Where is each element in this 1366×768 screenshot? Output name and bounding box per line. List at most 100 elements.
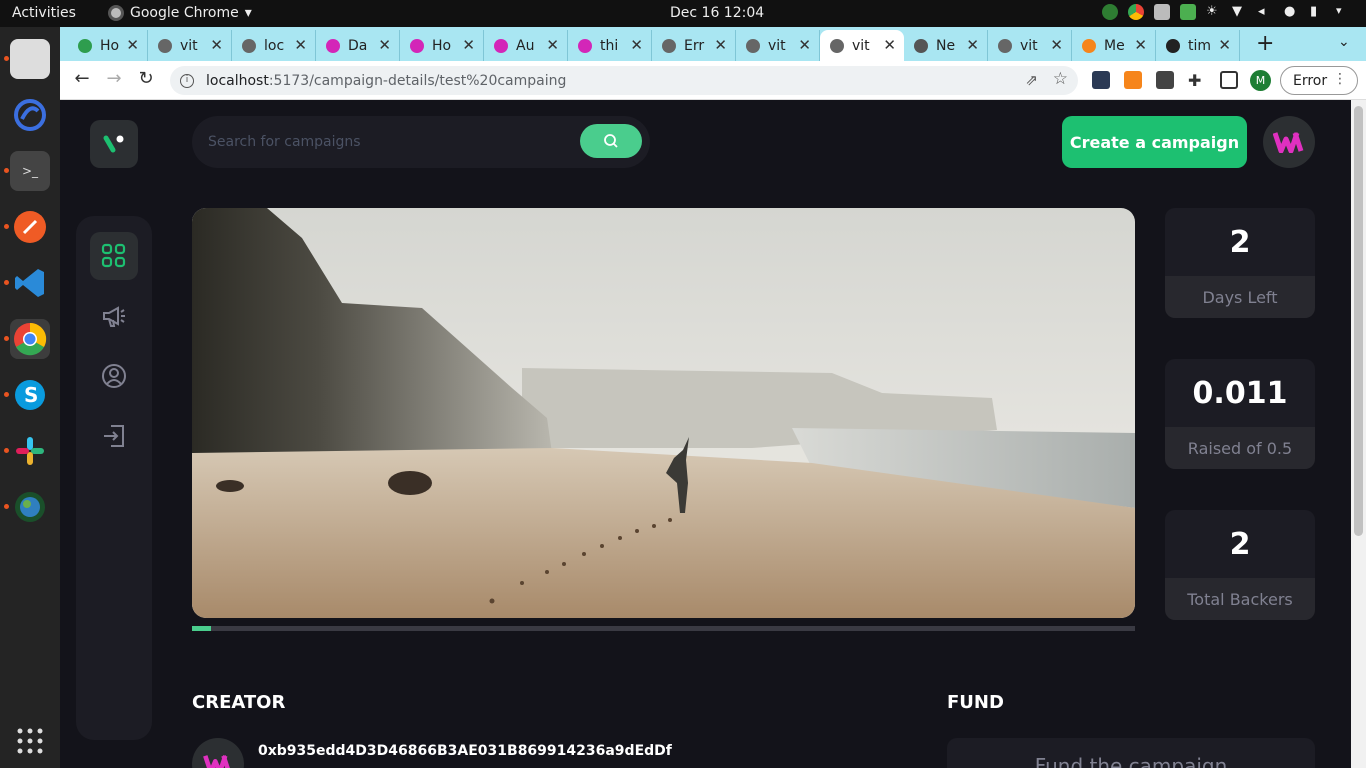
skype-icon[interactable]: S xyxy=(4,375,50,415)
share-icon[interactable]: ⇗ xyxy=(1025,71,1038,89)
browser-tab[interactable]: Me ✕ xyxy=(1072,30,1156,61)
close-tab-icon[interactable]: ✕ xyxy=(462,36,475,54)
tab-title: Ne xyxy=(936,37,956,54)
close-tab-icon[interactable]: ✕ xyxy=(798,36,811,54)
postman-icon[interactable] xyxy=(4,207,50,247)
search-bar xyxy=(192,116,650,168)
globe-tray-icon[interactable] xyxy=(1102,4,1118,20)
url-host: localhost xyxy=(206,72,269,89)
scrollbar-thumb[interactable] xyxy=(1354,106,1363,536)
stat-label: Days Left xyxy=(1165,276,1315,318)
brightness-icon[interactable]: ☀ xyxy=(1206,4,1222,20)
user-avatar[interactable] xyxy=(1263,116,1315,168)
system-tray[interactable]: ☀ ▼ ◂ ● ▮ ▾ xyxy=(1102,4,1352,20)
browser-tab[interactable]: vit ✕ xyxy=(988,30,1072,61)
globe-tab-icon xyxy=(746,38,760,53)
browser-tab[interactable]: Ho ✕ xyxy=(68,30,148,61)
tab-title: vit xyxy=(852,37,870,54)
close-tab-icon[interactable]: ✕ xyxy=(966,36,979,54)
browser-tab[interactable]: vit ✕ xyxy=(148,30,232,61)
close-tab-icon[interactable]: ✕ xyxy=(378,36,391,54)
w-logo-icon xyxy=(203,755,230,768)
search-icon xyxy=(604,134,618,148)
github-tab-icon xyxy=(1166,38,1180,53)
extensions-puzzle-icon[interactable]: ✚ xyxy=(1188,71,1206,90)
fund-heading: FUND xyxy=(947,692,1004,713)
tab-strip: Ho ✕ vit ✕ loc ✕ Da ✕ Ho ✕ Au ✕ thi ✕ Err ✕ vit ✕ vit ✕ Ne ✕ v… xyxy=(60,27,1366,61)
side-panel-icon[interactable] xyxy=(1220,71,1238,89)
close-tab-icon[interactable]: ✕ xyxy=(630,36,643,54)
terminal-icon[interactable]: >_ xyxy=(4,151,50,191)
stat-total-backers: 2 Total Backers xyxy=(1165,510,1315,620)
fund-box-title: Fund the campaign xyxy=(1034,754,1228,768)
address-bar[interactable]: i localhost:5173/campaign-details/test%2… xyxy=(170,66,1078,95)
close-tab-icon[interactable]: ✕ xyxy=(714,36,727,54)
slack-tray-icon[interactable] xyxy=(1154,4,1170,20)
bookmark-star-icon[interactable]: ☆ xyxy=(1053,69,1068,89)
back-icon[interactable]: ← xyxy=(70,68,94,89)
close-tab-icon[interactable]: ✕ xyxy=(546,36,559,54)
close-tab-icon[interactable]: ✕ xyxy=(210,36,223,54)
app-grid-icon[interactable] xyxy=(16,727,44,755)
reload-icon[interactable]: ↻ xyxy=(134,68,158,89)
kebab-menu-icon[interactable]: ⋮ xyxy=(1333,71,1347,87)
sidebar-item-campaigns[interactable] xyxy=(90,292,138,340)
stat-value: 2 xyxy=(1165,510,1315,578)
profile-avatar[interactable]: M xyxy=(1250,70,1271,91)
dock: >_ S xyxy=(0,27,60,768)
stacer-icon[interactable] xyxy=(10,95,50,135)
browser-tab[interactable]: vit ✕ xyxy=(736,30,820,61)
files-icon[interactable] xyxy=(4,39,50,79)
megaphone-icon xyxy=(103,306,125,327)
browser-tab[interactable]: loc ✕ xyxy=(232,30,316,61)
extension-grid-icon[interactable] xyxy=(1156,71,1174,89)
browser-tab[interactable]: vit ✕ xyxy=(820,30,904,61)
extension-graph-icon[interactable] xyxy=(1092,71,1110,89)
close-tab-icon[interactable]: ✕ xyxy=(126,36,139,54)
microphone-icon[interactable]: ● xyxy=(1284,4,1300,20)
browser-tab[interactable]: Ne ✕ xyxy=(904,30,988,61)
close-tab-icon[interactable]: ✕ xyxy=(883,36,896,54)
app-menu[interactable]: Google Chrome ▾ xyxy=(108,5,252,21)
browser-tab[interactable]: Err ✕ xyxy=(652,30,736,61)
tab-title: Au xyxy=(516,37,535,54)
close-tab-icon[interactable]: ✕ xyxy=(1134,36,1147,54)
error-button[interactable]: Error ⋮ xyxy=(1280,66,1358,95)
search-button[interactable] xyxy=(580,124,642,158)
close-tab-icon[interactable]: ✕ xyxy=(294,36,307,54)
browser-tab[interactable]: thi ✕ xyxy=(568,30,652,61)
wifi-icon[interactable]: ▼ xyxy=(1232,4,1248,20)
sidebar-item-profile[interactable] xyxy=(90,352,138,400)
update-tray-icon[interactable] xyxy=(1180,4,1196,20)
chrome-dock-icon[interactable] xyxy=(4,319,50,359)
close-tab-icon[interactable]: ✕ xyxy=(1218,36,1231,54)
site-info-icon[interactable]: i xyxy=(180,73,194,88)
create-campaign-button[interactable]: Create a campaign xyxy=(1062,116,1247,168)
search-input[interactable] xyxy=(208,130,568,154)
browser-tab[interactable]: tim ✕ xyxy=(1156,30,1240,61)
app-logo[interactable] xyxy=(90,120,138,168)
volume-icon[interactable]: ◂ xyxy=(1258,4,1274,20)
activities-button[interactable]: Activities xyxy=(12,5,76,21)
tab-title: Err xyxy=(684,37,705,54)
error-label: Error xyxy=(1293,72,1328,89)
vscode-icon[interactable] xyxy=(4,263,50,303)
slack-icon[interactable] xyxy=(4,431,50,471)
browser-tab[interactable]: Ho ✕ xyxy=(400,30,484,61)
browser-tab[interactable]: Da ✕ xyxy=(316,30,400,61)
globe-app-icon[interactable] xyxy=(4,487,50,527)
page-scrollbar[interactable] xyxy=(1351,100,1366,768)
browser-tab[interactable]: Au ✕ xyxy=(484,30,568,61)
tab-search-chevron-icon[interactable]: ⌄ xyxy=(1338,34,1350,50)
battery-icon[interactable]: ▮ xyxy=(1310,4,1326,20)
chrome-tray-icon[interactable] xyxy=(1128,4,1144,20)
globe-tab-icon xyxy=(830,38,844,53)
sidebar-item-dashboard[interactable] xyxy=(90,232,138,280)
sidebar-item-logout[interactable] xyxy=(90,412,138,460)
close-tab-icon[interactable]: ✕ xyxy=(1050,36,1063,54)
metamask-extension-icon[interactable] xyxy=(1124,71,1142,89)
clock[interactable]: Dec 16 12:04 xyxy=(670,5,764,21)
system-menu-caret-icon[interactable]: ▾ xyxy=(1336,4,1352,20)
forward-icon[interactable]: → xyxy=(102,68,126,89)
new-tab-icon[interactable]: + xyxy=(1256,31,1274,56)
